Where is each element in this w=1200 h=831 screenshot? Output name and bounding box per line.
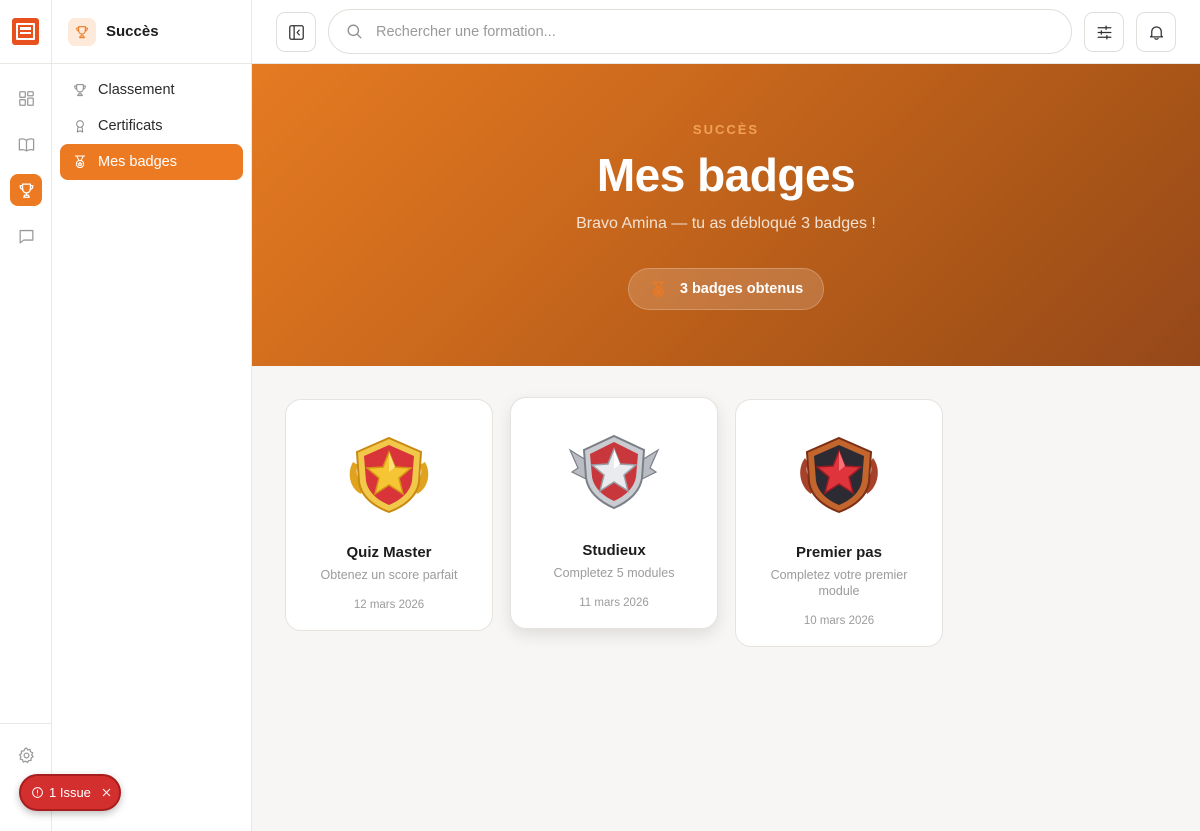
section-title: Succès: [106, 23, 159, 40]
rail-settings-button[interactable]: [10, 739, 42, 771]
medal-icon: [74, 155, 86, 169]
rail-dashboard-button[interactable]: [10, 82, 42, 114]
page-title: Mes badges: [596, 149, 856, 201]
hero-eyebrow: SUCCÈS: [692, 122, 760, 137]
bell-icon: [1149, 25, 1163, 40]
badge-description: Completez votre premier module: [770, 568, 908, 598]
close-icon[interactable]: [100, 786, 113, 799]
rail-messages-button[interactable]: [10, 220, 42, 252]
rail-courses-button[interactable]: [10, 128, 42, 160]
sidebar-item-classement[interactable]: Classement: [60, 72, 243, 108]
sub-sidebar-header: Succès: [52, 0, 251, 64]
silver-star-badge-icon: [568, 434, 660, 510]
issue-label: 1 Issue: [49, 785, 91, 800]
gold-star-badge-icon: [349, 436, 429, 514]
badge-date: 10 mars 2026: [803, 615, 875, 627]
badge-name: Premier pas: [796, 544, 882, 561]
sub-sidebar: Succès Classement Certificats Mes badges: [52, 0, 252, 831]
alert-circle-icon: [32, 787, 43, 798]
badges-count-label: 3 badges obtenus: [679, 281, 804, 297]
trophy-icon: [19, 183, 33, 198]
badge-name: Studieux: [582, 542, 646, 559]
badge-date: 12 mars 2026: [353, 599, 425, 611]
section-icon-badge: [68, 17, 96, 46]
sidebar-item-label: Mes badges: [98, 154, 177, 170]
trophy-icon: [76, 25, 88, 38]
bronze-star-badge-icon: [800, 436, 878, 514]
sidebar-item-label: Certificats: [98, 118, 163, 134]
badge-description: Completez 5 modules: [553, 566, 675, 580]
badge-card-premier-pas[interactable]: Premier pas Completez votre premier modu…: [735, 399, 943, 647]
app-logo[interactable]: [12, 18, 39, 45]
top-bar: [252, 0, 1200, 64]
icon-rail: [0, 0, 52, 831]
award-ribbon-icon: [76, 120, 84, 133]
dashboard-grid-icon: [18, 90, 34, 106]
badge-card-studieux[interactable]: Studieux Completez 5 modules 11 mars 202…: [510, 397, 718, 629]
issue-indicator[interactable]: 1 Issue: [19, 774, 121, 811]
badge-description: Obtenez un score parfait: [320, 568, 458, 582]
notifications-button[interactable]: [1136, 12, 1176, 52]
search-icon: [347, 24, 362, 39]
search-input[interactable]: [376, 23, 1016, 40]
badge-name: Quiz Master: [346, 544, 432, 561]
badge-card-quiz-master[interactable]: Quiz Master Obtenez un score parfait 12 …: [285, 399, 493, 631]
panel-left-collapse-icon: [288, 24, 304, 40]
sliders-icon: [1097, 25, 1111, 39]
rail-divider-bottom: [0, 723, 52, 724]
rail-achievements-button[interactable]: [10, 174, 42, 206]
hero-subtitle: Bravo Amina — tu as débloqué 3 badges !: [576, 215, 876, 232]
sidebar-item-label: Classement: [98, 82, 175, 98]
rail-divider: [0, 63, 52, 64]
toggle-sidebar-button[interactable]: [276, 12, 316, 52]
hero-banner: SUCCÈS Mes badges Bravo Amina — tu as dé…: [252, 64, 1200, 366]
message-square-icon: [19, 229, 33, 243]
gear-icon: [18, 746, 34, 763]
badge-date: 11 mars 2026: [579, 597, 649, 609]
medal-icon: [652, 281, 665, 297]
search-bar[interactable]: [328, 9, 1072, 54]
sidebar-item-certificats[interactable]: Certificats: [60, 108, 243, 144]
filters-button[interactable]: [1084, 12, 1124, 52]
book-open-icon: [18, 137, 34, 151]
trophy-icon: [74, 84, 86, 97]
badges-count-pill: 3 badges obtenus: [628, 268, 824, 310]
sidebar-item-mes-badges[interactable]: Mes badges: [60, 144, 243, 180]
